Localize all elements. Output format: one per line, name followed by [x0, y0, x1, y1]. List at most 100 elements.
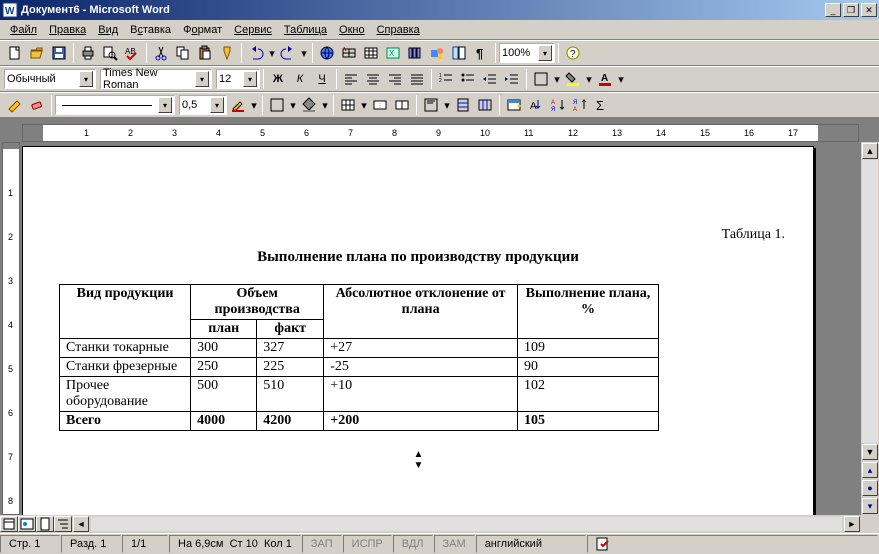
font-color-icon[interactable]: A — [594, 68, 616, 90]
autoformat-icon[interactable] — [503, 94, 525, 116]
shading-dropdown-icon[interactable]: ▾ — [320, 94, 330, 116]
hyperlink-icon[interactable] — [316, 42, 338, 64]
save-icon[interactable] — [48, 42, 70, 64]
italic-icon[interactable]: К — [289, 68, 311, 90]
format-painter-icon[interactable] — [216, 42, 238, 64]
insert-excel-icon[interactable]: X — [382, 42, 404, 64]
copy-icon[interactable] — [172, 42, 194, 64]
eraser-icon[interactable] — [26, 94, 48, 116]
font-combo[interactable]: Times New Roman▾ — [100, 69, 212, 89]
insert-table-btn-icon[interactable] — [337, 94, 359, 116]
view-outline-icon[interactable] — [54, 516, 72, 532]
tables-borders-icon[interactable] — [338, 42, 360, 64]
numbering-icon[interactable]: 12 — [435, 68, 457, 90]
undo-dropdown-icon[interactable]: ▾ — [267, 42, 277, 64]
status-trk[interactable]: ИСПР — [343, 535, 392, 553]
insert-table-icon[interactable] — [360, 42, 382, 64]
print-icon[interactable] — [77, 42, 99, 64]
draw-table-icon[interactable] — [4, 94, 26, 116]
borders-dropdown-icon[interactable]: ▾ — [552, 68, 562, 90]
status-rec[interactable]: ЗАП — [302, 535, 342, 553]
line-style-combo[interactable]: ▾ — [55, 95, 175, 115]
view-normal-icon[interactable] — [0, 516, 18, 532]
scroll-right-icon[interactable]: ► — [844, 516, 860, 532]
help-icon[interactable]: ? — [562, 42, 584, 64]
maximize-button[interactable]: ❐ — [843, 3, 859, 17]
font-color-dropdown-icon[interactable]: ▾ — [616, 68, 626, 90]
distribute-cols-icon[interactable] — [474, 94, 496, 116]
bold-icon[interactable]: Ж — [267, 68, 289, 90]
menu-edit[interactable]: Правка — [43, 22, 92, 38]
align-justify-icon[interactable] — [406, 68, 428, 90]
shading-icon[interactable] — [298, 94, 320, 116]
cut-icon[interactable] — [150, 42, 172, 64]
drawing-icon[interactable] — [426, 42, 448, 64]
document-area[interactable]: Таблица 1. Выполнение плана по производс… — [22, 142, 861, 515]
zoom-combo[interactable]: 100%▾ — [499, 43, 555, 63]
highlight-dropdown-icon[interactable]: ▾ — [584, 68, 594, 90]
menu-window[interactable]: Окно — [333, 22, 371, 38]
vertical-scrollbar[interactable]: ▲ ▼ ▴ ● ▾ — [861, 142, 879, 515]
merge-cells-icon[interactable] — [369, 94, 391, 116]
status-spell-icon[interactable] — [587, 535, 878, 553]
style-combo[interactable]: Обычный▾ — [4, 69, 96, 89]
highlight-icon[interactable] — [562, 68, 584, 90]
bullets-icon[interactable] — [457, 68, 479, 90]
outdent-icon[interactable] — [479, 68, 501, 90]
menu-help[interactable]: Справка — [371, 22, 426, 38]
menu-view[interactable]: Вид — [92, 22, 124, 38]
minimize-button[interactable]: _ — [825, 3, 841, 17]
redo-dropdown-icon[interactable]: ▾ — [299, 42, 309, 64]
vertical-ruler[interactable]: 12345678 — [0, 142, 22, 515]
scroll-down-icon[interactable]: ▼ — [862, 444, 878, 460]
browse-object-icon[interactable]: ● — [862, 480, 878, 496]
status-ovr[interactable]: ЗАМ — [434, 535, 475, 553]
outside-border-icon[interactable] — [266, 94, 288, 116]
menu-insert[interactable]: Вставка — [124, 22, 177, 38]
sort-desc-icon[interactable]: ЯА — [569, 94, 591, 116]
columns-icon[interactable] — [404, 42, 426, 64]
border-color-dropdown-icon[interactable]: ▾ — [249, 94, 259, 116]
menu-table[interactable]: Таблица — [278, 22, 333, 38]
size-combo[interactable]: 12▾ — [216, 69, 260, 89]
align-cell-dropdown-icon[interactable]: ▾ — [442, 94, 452, 116]
view-print-icon[interactable] — [36, 516, 54, 532]
table-resize-icon[interactable]: ▲▼ — [51, 449, 785, 471]
menu-file[interactable]: Файл — [4, 22, 43, 38]
indent-icon[interactable] — [501, 68, 523, 90]
sort-asc-icon[interactable]: АЯ — [547, 94, 569, 116]
borders-icon[interactable] — [530, 68, 552, 90]
distribute-rows-icon[interactable] — [452, 94, 474, 116]
align-cell-icon[interactable] — [420, 94, 442, 116]
show-marks-icon[interactable]: ¶ — [470, 42, 492, 64]
status-lang[interactable]: английский — [476, 535, 586, 553]
scroll-up-icon[interactable]: ▲ — [862, 143, 878, 159]
redo-icon[interactable] — [277, 42, 299, 64]
menu-format[interactable]: Формат — [177, 22, 228, 38]
open-icon[interactable] — [26, 42, 48, 64]
next-page-icon[interactable]: ▾ — [862, 498, 878, 514]
close-button[interactable]: ✕ — [861, 3, 877, 17]
insert-table-dropdown-icon[interactable]: ▾ — [359, 94, 369, 116]
menu-tools[interactable]: Сервис — [228, 22, 278, 38]
new-doc-icon[interactable] — [4, 42, 26, 64]
paste-icon[interactable] — [194, 42, 216, 64]
view-web-icon[interactable] — [18, 516, 36, 532]
print-preview-icon[interactable] — [99, 42, 121, 64]
prev-page-icon[interactable]: ▴ — [862, 462, 878, 478]
align-right-icon[interactable] — [384, 68, 406, 90]
align-center-icon[interactable] — [362, 68, 384, 90]
split-cells-icon[interactable] — [391, 94, 413, 116]
line-weight-combo[interactable]: 0,5▾ — [179, 95, 227, 115]
spell-check-icon[interactable]: AB — [121, 42, 143, 64]
undo-icon[interactable] — [245, 42, 267, 64]
doc-map-icon[interactable] — [448, 42, 470, 64]
autosum-icon[interactable]: Σ — [591, 94, 613, 116]
border-color-icon[interactable] — [227, 94, 249, 116]
text-direction-icon[interactable]: A — [525, 94, 547, 116]
horizontal-ruler[interactable]: 1234567891011121314151617 — [22, 124, 859, 142]
align-left-icon[interactable] — [340, 68, 362, 90]
scroll-left-icon[interactable]: ◄ — [73, 516, 89, 532]
underline-icon[interactable]: Ч — [311, 68, 333, 90]
status-ext[interactable]: ВДЛ — [393, 535, 433, 553]
